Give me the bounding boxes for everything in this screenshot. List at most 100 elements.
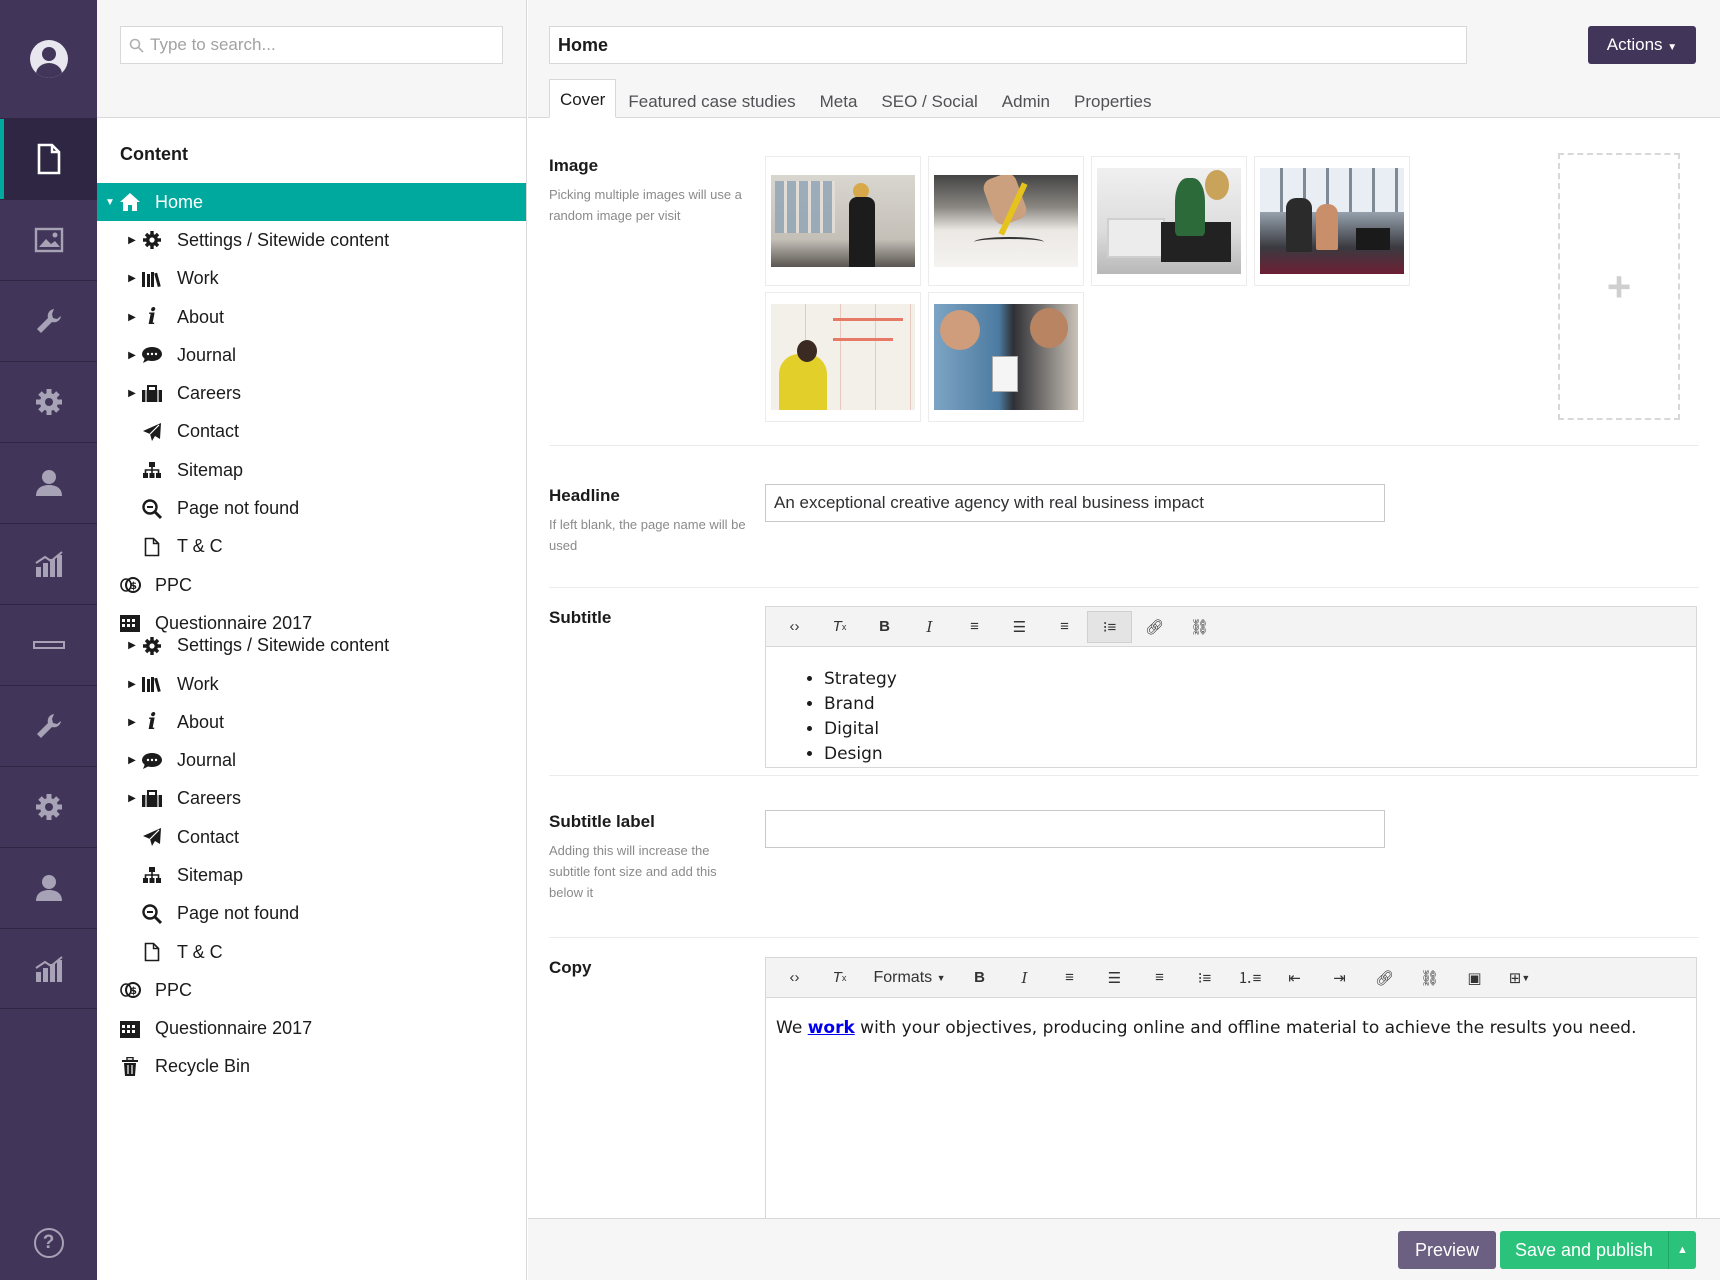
- expand-caret-icon[interactable]: ▶: [125, 312, 139, 323]
- section-settings-tools-2[interactable]: [0, 685, 97, 766]
- tab-seo-social[interactable]: SEO / Social: [869, 82, 989, 118]
- align-right-icon[interactable]: ≡: [1042, 611, 1087, 643]
- tree-node-about[interactable]: ▶ i About: [97, 703, 526, 741]
- subtitle-label-input[interactable]: [765, 810, 1385, 848]
- indent-icon[interactable]: ⇥: [1317, 962, 1362, 994]
- source-code-icon[interactable]: ‹›: [772, 611, 817, 643]
- tree-node-careers[interactable]: ▶ Careers: [97, 780, 526, 818]
- section-analytics[interactable]: [0, 523, 97, 604]
- tree-node-label: Settings / Sitewide content: [177, 635, 390, 656]
- formats-dropdown[interactable]: Formats ▼: [862, 962, 957, 994]
- tree-node-journal[interactable]: ▶ Journal: [97, 741, 526, 779]
- tree-node-recycle-bin[interactable]: Recycle Bin: [97, 1048, 526, 1086]
- expand-caret-icon[interactable]: ▶: [125, 640, 139, 651]
- tree-node-t-c[interactable]: T & C: [97, 528, 526, 566]
- tree-node-ppc[interactable]: $ PPC: [97, 566, 526, 604]
- tree-node-sitemap[interactable]: Sitemap: [97, 451, 526, 489]
- clear-formatting-icon[interactable]: Tx: [817, 962, 862, 994]
- bullet-list-icon[interactable]: ⁝≡: [1087, 610, 1132, 643]
- tree-node-home[interactable]: ▼ Home: [97, 183, 526, 222]
- trash-icon: [117, 1056, 143, 1077]
- expand-caret-icon[interactable]: ▼: [103, 197, 117, 208]
- tree-node-work[interactable]: ▶ Work: [97, 665, 526, 703]
- tree-node-careers[interactable]: ▶ Careers: [97, 374, 526, 412]
- section-users[interactable]: [0, 442, 97, 523]
- section-settings-tools[interactable]: [0, 280, 97, 361]
- align-center-icon[interactable]: ☰: [1092, 962, 1137, 994]
- section-developer[interactable]: [0, 361, 97, 442]
- save-options-caret-icon[interactable]: ▲: [1668, 1231, 1696, 1269]
- section-forms[interactable]: [0, 604, 97, 685]
- link-icon[interactable]: 🔗︎: [1362, 962, 1407, 994]
- tree-node-page-not-found[interactable]: Page not found: [97, 489, 526, 527]
- tree-node-sitemap[interactable]: Sitemap: [97, 856, 526, 894]
- align-center-icon[interactable]: ☰: [997, 611, 1042, 643]
- headline-input[interactable]: [765, 484, 1385, 522]
- tree-node-questionnaire-2017[interactable]: Questionnaire 2017: [97, 1010, 526, 1048]
- bold-icon[interactable]: B: [862, 611, 907, 643]
- image-icon[interactable]: ▣: [1452, 962, 1497, 994]
- unlink-icon[interactable]: ⛓︎: [1407, 962, 1452, 994]
- tree-node-contact[interactable]: Contact: [97, 818, 526, 856]
- section-media[interactable]: [0, 199, 97, 280]
- tree-node-work[interactable]: ▶ Work: [97, 260, 526, 298]
- tab-admin[interactable]: Admin: [990, 82, 1062, 118]
- bullet-list-icon[interactable]: ⁝≡: [1182, 962, 1227, 994]
- expand-caret-icon[interactable]: ▶: [125, 350, 139, 361]
- copy-link[interactable]: work: [808, 1018, 855, 1038]
- help-button[interactable]: ?: [0, 1228, 97, 1258]
- actions-button[interactable]: Actions ▼: [1588, 26, 1696, 64]
- rte-content[interactable]: Strategy Brand Digital Design: [766, 647, 1696, 767]
- table-icon[interactable]: ⊞ ▼: [1497, 962, 1542, 994]
- expand-caret-icon[interactable]: ▶: [125, 717, 139, 728]
- avatar[interactable]: [29, 40, 68, 78]
- expand-caret-icon[interactable]: ▶: [125, 793, 139, 804]
- tree-node-settings-sitewide-content[interactable]: ▶ Settings / Sitewide content: [97, 627, 526, 665]
- align-right-icon[interactable]: ≡: [1137, 962, 1182, 994]
- tab-properties[interactable]: Properties: [1062, 82, 1163, 118]
- align-left-icon[interactable]: ≡: [952, 611, 997, 643]
- source-code-icon[interactable]: ‹›: [772, 962, 817, 994]
- image-thumbnail[interactable]: [765, 156, 921, 286]
- expand-caret-icon[interactable]: ▶: [125, 273, 139, 284]
- section-developer-2[interactable]: [0, 766, 97, 847]
- tree-node-ppc[interactable]: $ PPC: [97, 971, 526, 1009]
- tree-node-t-c[interactable]: T & C: [97, 933, 526, 971]
- unlink-icon[interactable]: ⛓︎: [1177, 611, 1222, 643]
- add-image-button[interactable]: +: [1558, 153, 1680, 420]
- tab-featured-case-studies[interactable]: Featured case studies: [616, 82, 807, 118]
- section-analytics-2[interactable]: [0, 928, 97, 1009]
- page-name-input[interactable]: [549, 26, 1467, 64]
- rte-content[interactable]: We work with your objectives, producing …: [766, 998, 1696, 1218]
- clear-formatting-icon[interactable]: Tx: [817, 611, 862, 643]
- outdent-icon[interactable]: ⇤: [1272, 962, 1317, 994]
- italic-icon[interactable]: I: [1002, 962, 1047, 994]
- link-icon[interactable]: 🔗︎: [1132, 611, 1177, 643]
- tree-node-settings-sitewide-content[interactable]: ▶ Settings / Sitewide content: [97, 221, 526, 259]
- italic-icon[interactable]: I: [907, 611, 952, 643]
- tree-node-journal[interactable]: ▶ Journal: [97, 336, 526, 374]
- numbered-list-icon[interactable]: ⒈≡: [1227, 962, 1272, 994]
- expand-caret-icon[interactable]: ▶: [125, 388, 139, 399]
- bold-icon[interactable]: B: [957, 962, 1002, 994]
- expand-caret-icon[interactable]: ▶: [125, 679, 139, 690]
- tree-node-page-not-found[interactable]: Page not found: [97, 895, 526, 933]
- image-thumbnail[interactable]: [1091, 156, 1247, 286]
- search-input[interactable]: [150, 35, 494, 55]
- expand-caret-icon[interactable]: ▶: [125, 235, 139, 246]
- align-left-icon[interactable]: ≡: [1047, 962, 1092, 994]
- tab-cover[interactable]: Cover: [549, 79, 617, 118]
- expand-caret-icon[interactable]: ▶: [125, 755, 139, 766]
- preview-button[interactable]: Preview: [1398, 1231, 1496, 1269]
- tab-meta[interactable]: Meta: [808, 82, 870, 118]
- image-thumbnail[interactable]: [765, 292, 921, 422]
- image-thumbnail[interactable]: [928, 292, 1084, 422]
- image-thumbnail[interactable]: [1254, 156, 1410, 286]
- tree-node-about[interactable]: ▶ i About: [97, 298, 526, 336]
- section-users-2[interactable]: [0, 847, 97, 928]
- save-and-publish-button[interactable]: Save and publish: [1500, 1231, 1668, 1269]
- search-box[interactable]: [120, 26, 503, 64]
- tree-node-contact[interactable]: Contact: [97, 413, 526, 451]
- image-thumbnail[interactable]: [928, 156, 1084, 286]
- section-content[interactable]: [0, 118, 97, 199]
